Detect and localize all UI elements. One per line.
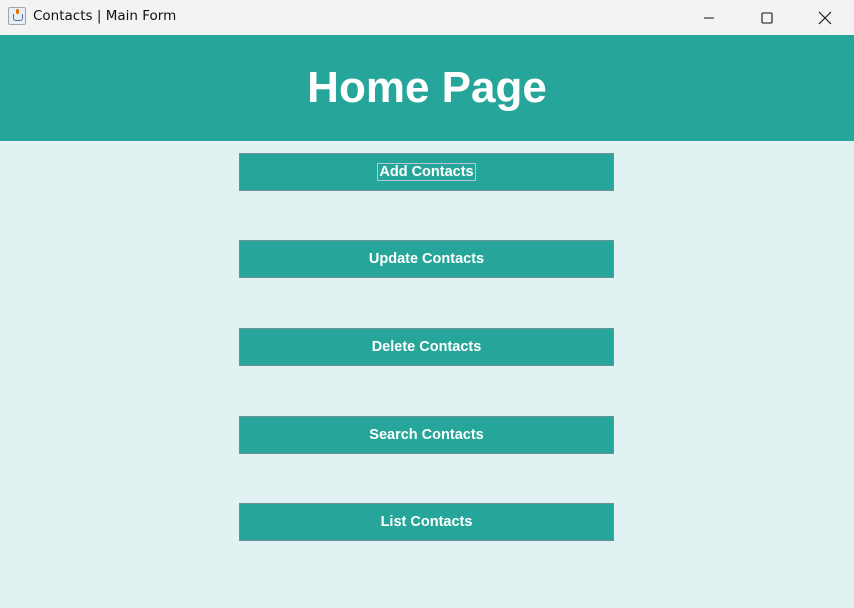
add-contacts-label: Add Contacts	[377, 163, 476, 181]
java-cup-icon	[8, 7, 26, 25]
close-button[interactable]	[796, 0, 854, 35]
maximize-icon	[761, 11, 773, 24]
window-title: Contacts | Main Form	[33, 8, 177, 24]
list-contacts-label: List Contacts	[380, 514, 473, 530]
delete-contacts-label: Delete Contacts	[371, 339, 482, 355]
title-bar[interactable]: Contacts | Main Form	[0, 0, 854, 35]
add-contacts-button[interactable]: Add Contacts	[239, 153, 614, 191]
delete-contacts-button[interactable]: Delete Contacts	[239, 328, 614, 366]
minimize-button[interactable]	[680, 0, 738, 35]
page-title: Home Page	[307, 63, 547, 112]
list-contacts-button[interactable]: List Contacts	[239, 503, 614, 541]
update-contacts-button[interactable]: Update Contacts	[239, 240, 614, 278]
maximize-button[interactable]	[738, 0, 796, 35]
search-contacts-button[interactable]: Search Contacts	[239, 416, 614, 454]
update-contacts-label: Update Contacts	[368, 251, 485, 267]
close-icon	[818, 11, 832, 24]
search-contacts-label: Search Contacts	[369, 427, 484, 443]
minimize-icon	[704, 17, 714, 18]
header-banner: Home Page	[0, 35, 854, 141]
